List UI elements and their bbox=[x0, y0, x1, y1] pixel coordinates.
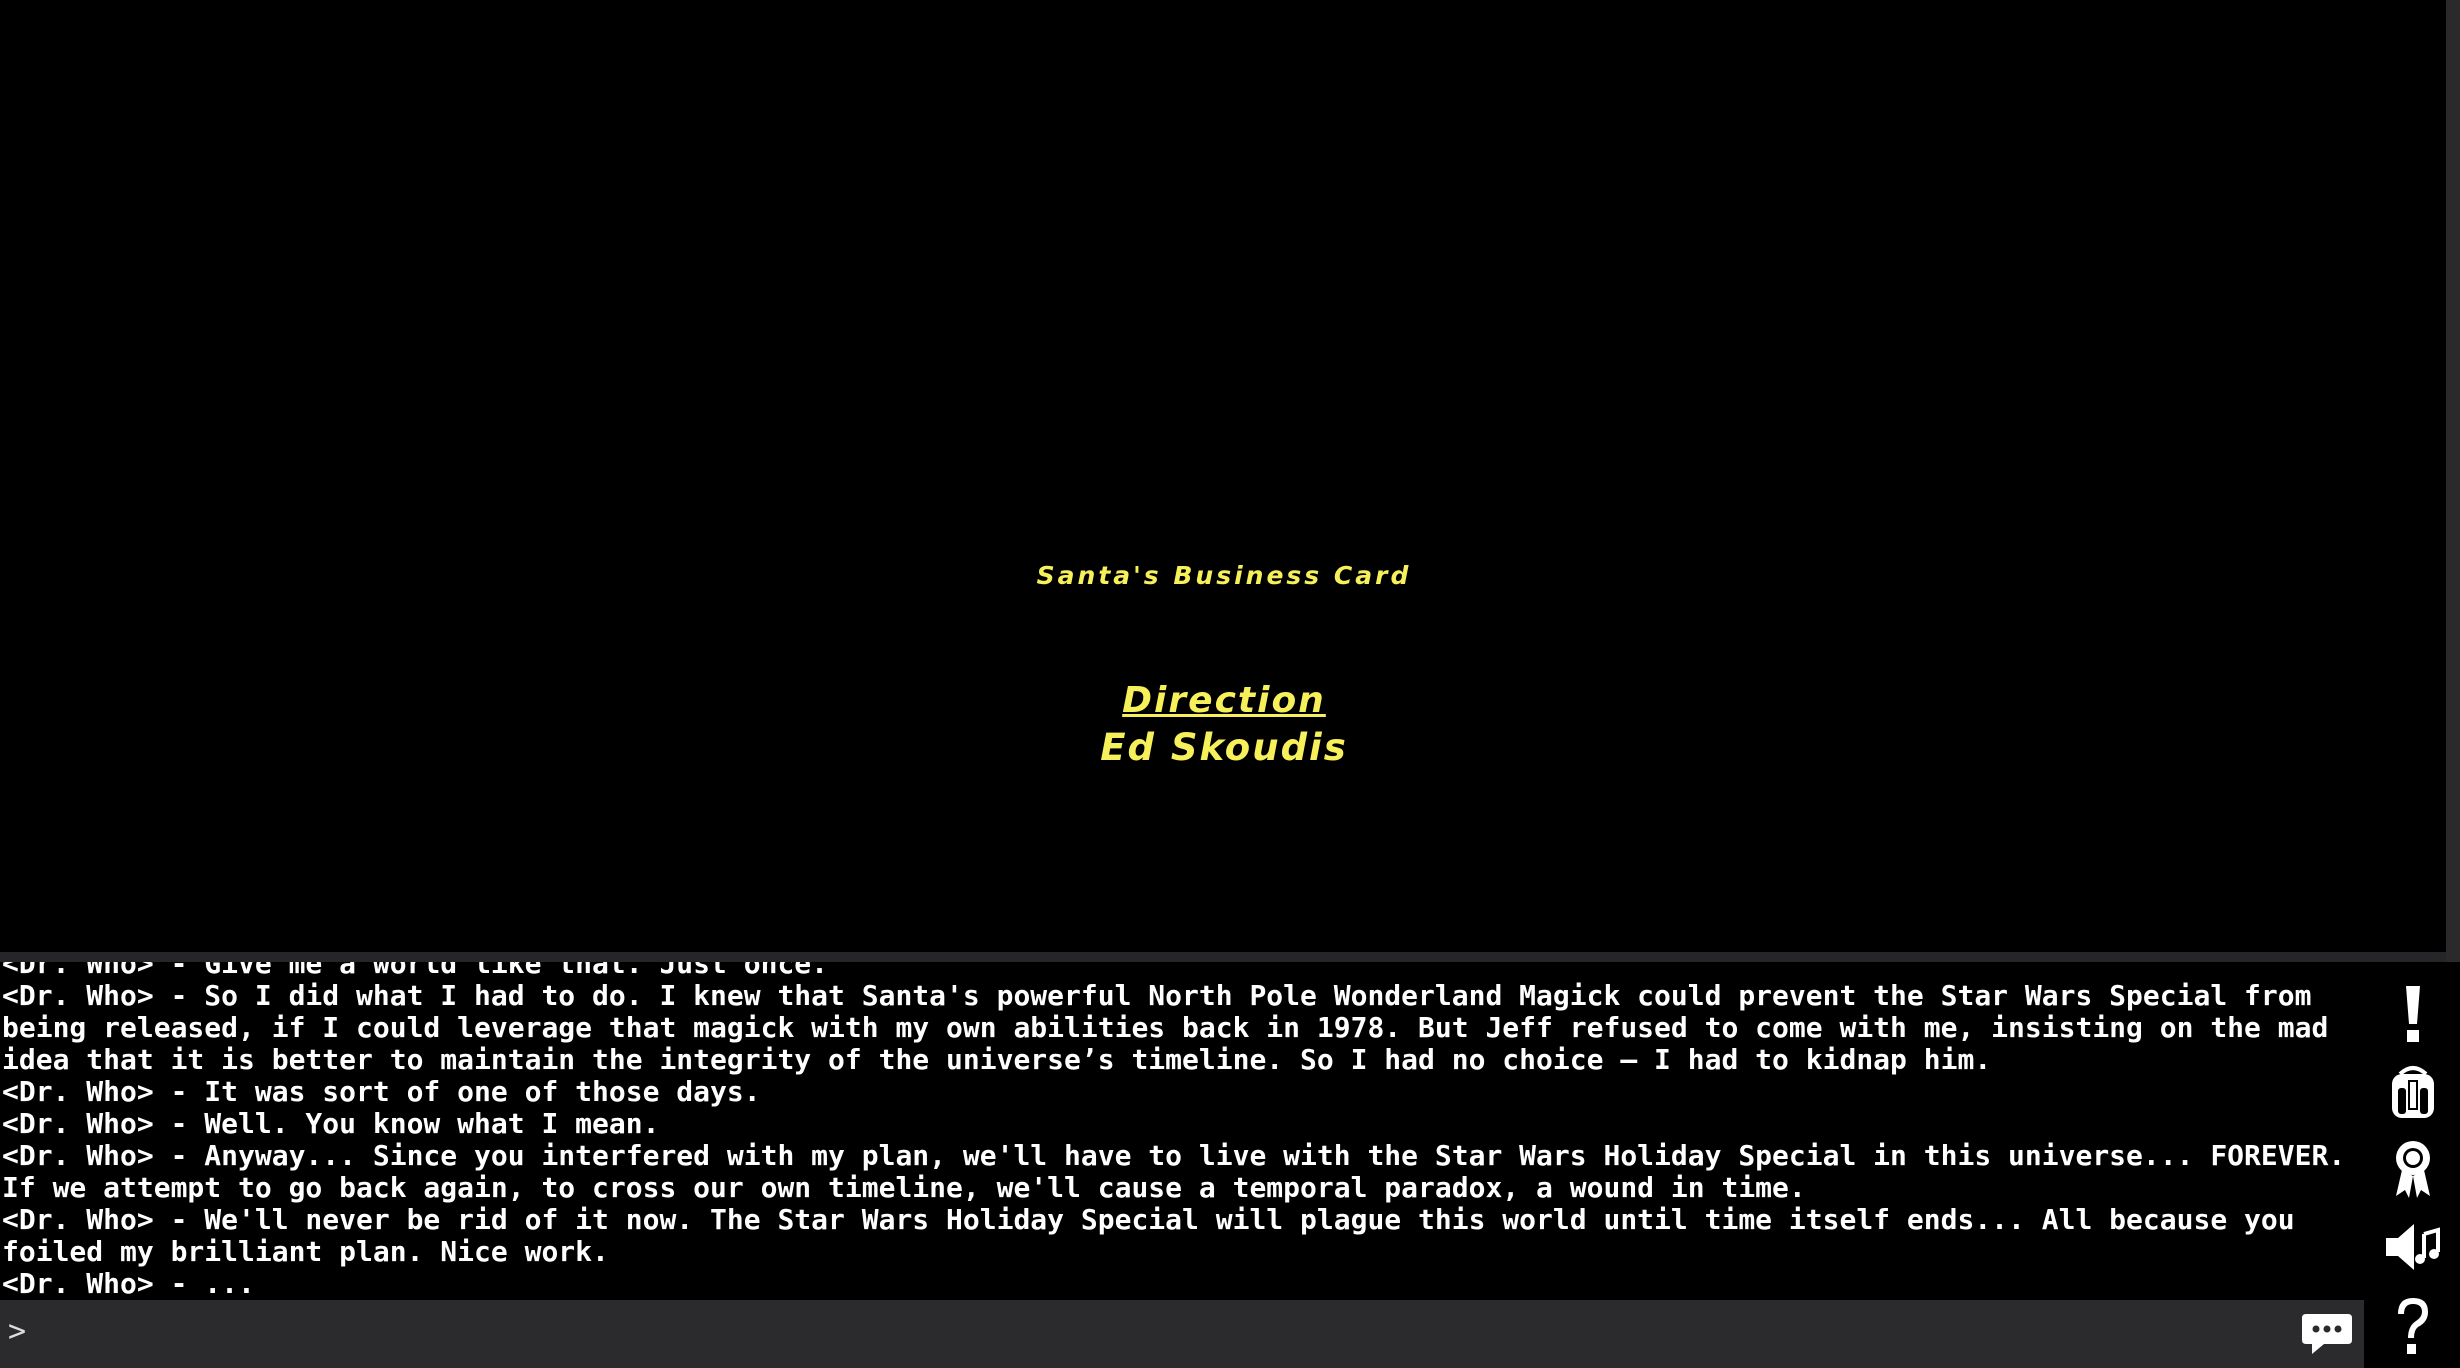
credit-role: Direction bbox=[1122, 680, 1326, 721]
chat-line: <Dr. Who> - Anyway... Since you interfer… bbox=[2, 1139, 2346, 1204]
credit-name: Ed Skoudis bbox=[1100, 726, 1348, 769]
side-toolbar bbox=[2364, 962, 2460, 1368]
credit-title: Santa's Business Card bbox=[1036, 561, 1412, 590]
chat-input-bar: > bbox=[0, 1300, 2364, 1368]
game-view: Santa's Business Card Direction Ed Skoud… bbox=[2, 0, 2446, 952]
exclamation-icon[interactable] bbox=[2378, 980, 2448, 1050]
chat-line: <Dr. Who> - It was sort of one of those … bbox=[2, 1075, 761, 1108]
achievement-ribbon-icon[interactable] bbox=[2378, 1134, 2448, 1204]
chat-line: <Dr. Who> - So I did what I had to do. I… bbox=[2, 979, 2346, 1076]
chat-line: <Dr. Who> - We'll never be rid of it now… bbox=[2, 1203, 2312, 1268]
scrollbar-track bbox=[2446, 0, 2460, 962]
chat-bubble-icon[interactable] bbox=[2300, 1310, 2354, 1360]
chat-line: <Dr. Who> - Well. You know what I mean. bbox=[2, 1107, 660, 1140]
chat-line: <Dr. Who> - ... bbox=[2, 1267, 255, 1300]
backpack-icon[interactable] bbox=[2378, 1058, 2448, 1128]
speaker-icon[interactable] bbox=[2378, 1212, 2448, 1282]
credits-scene: Santa's Business Card Direction Ed Skoud… bbox=[2, 0, 2446, 952]
prompt-chevron: > bbox=[8, 1314, 27, 1349]
panel-divider bbox=[0, 952, 2446, 962]
chat-input[interactable] bbox=[40, 1310, 2274, 1358]
help-question-icon[interactable] bbox=[2378, 1292, 2448, 1362]
chat-log[interactable]: <Dr. Who> - Give me a world like that. J… bbox=[0, 962, 2360, 1300]
chat-line: <Dr. Who> - Give me a world like that. J… bbox=[2, 962, 829, 980]
